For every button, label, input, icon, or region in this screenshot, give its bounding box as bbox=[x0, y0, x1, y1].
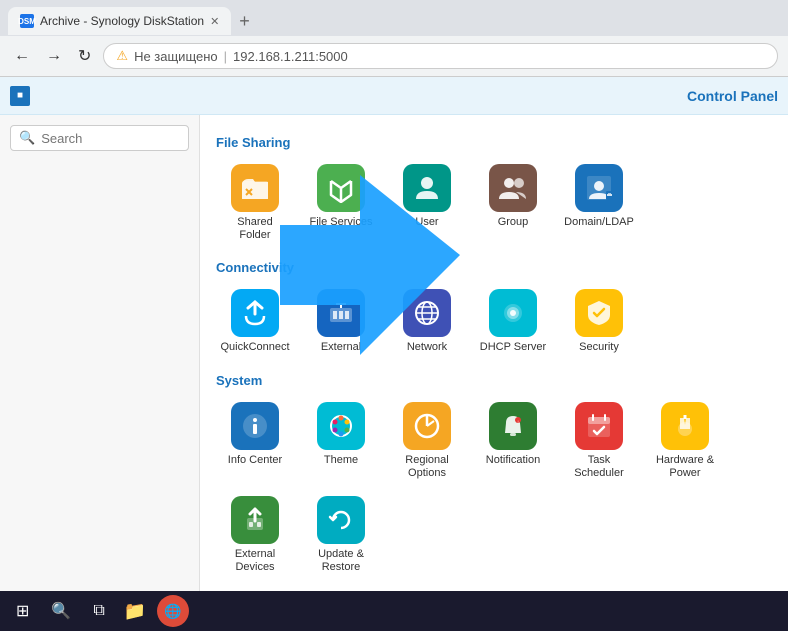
address-text: 192.168.1.211:5000 bbox=[233, 49, 348, 64]
taskbar-file-explorer[interactable]: 📁 bbox=[119, 595, 151, 627]
back-button[interactable]: ← bbox=[10, 45, 34, 67]
section-file-sharing: File Sharing bbox=[216, 135, 772, 150]
content-area: File Sharing SharedFolder File Services bbox=[200, 115, 788, 591]
icon-network bbox=[403, 289, 451, 337]
taskbar: ⊞ 🔍 ⧉ 📁 🌐 bbox=[0, 591, 788, 631]
dsm-logo: ■ bbox=[10, 86, 30, 106]
label-group: Group bbox=[498, 216, 529, 229]
file-sharing-grid: SharedFolder File Services User bbox=[216, 160, 772, 246]
sidebar: 🔍 bbox=[0, 115, 200, 591]
label-dhcp-server: DHCP Server bbox=[480, 341, 546, 354]
item-hardware-power[interactable]: Hardware & Power bbox=[646, 398, 724, 484]
icon-task-scheduler bbox=[575, 402, 623, 450]
label-notification: Notification bbox=[486, 454, 540, 467]
icon-update-restore bbox=[317, 496, 365, 544]
icon-regional-options bbox=[403, 402, 451, 450]
start-button[interactable]: ⊞ bbox=[8, 597, 37, 625]
label-hardware-power: Hardware & Power bbox=[650, 454, 720, 480]
icon-notification: ! bbox=[489, 402, 537, 450]
item-external-devices[interactable]: External Devices bbox=[216, 492, 294, 578]
item-security[interactable]: Security bbox=[560, 285, 638, 358]
label-update-restore: Update & Restore bbox=[306, 548, 376, 574]
label-external: External bbox=[321, 341, 361, 354]
label-domain-ldap: Domain/LDAP bbox=[564, 216, 634, 229]
task-view-button[interactable]: ⧉ bbox=[85, 598, 112, 624]
close-tab-button[interactable]: ✕ bbox=[210, 15, 219, 28]
new-tab-button[interactable]: + bbox=[231, 11, 258, 32]
label-security: Security bbox=[579, 341, 619, 354]
label-task-scheduler: Task Scheduler bbox=[564, 454, 634, 480]
main-panel: 🔍 File Sharing SharedFolder bbox=[0, 115, 788, 591]
label-external-devices: External Devices bbox=[220, 548, 290, 574]
label-file-services: File Services bbox=[310, 216, 373, 229]
section-connectivity: Connectivity bbox=[216, 260, 772, 275]
not-secure-label: Не защищено bbox=[134, 49, 218, 64]
search-taskbar-button[interactable]: 🔍 bbox=[43, 597, 79, 625]
browser-chrome: DSM Archive - Synology DiskStation ✕ + ←… bbox=[0, 0, 788, 77]
svg-text:!: ! bbox=[517, 419, 518, 424]
icon-external-devices bbox=[231, 496, 279, 544]
active-tab[interactable]: DSM Archive - Synology DiskStation ✕ bbox=[8, 7, 231, 35]
item-group[interactable]: Group bbox=[474, 160, 552, 246]
tab-bar: DSM Archive - Synology DiskStation ✕ + bbox=[0, 0, 788, 36]
item-regional-options[interactable]: Regional Options bbox=[388, 398, 466, 484]
item-theme[interactable]: Theme bbox=[302, 398, 380, 484]
icon-theme bbox=[317, 402, 365, 450]
item-user[interactable]: User bbox=[388, 160, 466, 246]
label-quickconnect: QuickConnect bbox=[220, 341, 289, 354]
item-update-restore[interactable]: Update & Restore bbox=[302, 492, 380, 578]
icon-file-services bbox=[317, 164, 365, 212]
icon-info-center bbox=[231, 402, 279, 450]
label-user: User bbox=[415, 216, 438, 229]
panel-title: Control Panel bbox=[687, 88, 778, 104]
icon-user bbox=[403, 164, 451, 212]
item-domain-ldap[interactable]: Domain/LDAP bbox=[560, 160, 638, 246]
tab-title: Archive - Synology DiskStation bbox=[40, 14, 204, 28]
top-bar: ■ Control Panel bbox=[0, 77, 788, 115]
icon-hardware-power bbox=[661, 402, 709, 450]
search-input[interactable] bbox=[41, 131, 200, 146]
label-theme: Theme bbox=[324, 454, 358, 467]
icon-external bbox=[317, 289, 365, 337]
reload-button[interactable]: ↻ bbox=[74, 44, 95, 68]
item-dhcp-server[interactable]: DHCP Server bbox=[474, 285, 552, 358]
item-task-scheduler[interactable]: Task Scheduler bbox=[560, 398, 638, 484]
connectivity-grid: QuickConnect External Network bbox=[216, 285, 772, 358]
icon-dhcp-server bbox=[489, 289, 537, 337]
icon-quickconnect bbox=[231, 289, 279, 337]
item-file-services[interactable]: File Services bbox=[302, 160, 380, 246]
item-external[interactable]: External bbox=[302, 285, 380, 358]
item-info-center[interactable]: Info Center bbox=[216, 398, 294, 484]
label-regional-options: Regional Options bbox=[392, 454, 462, 480]
item-network[interactable]: Network bbox=[388, 285, 466, 358]
item-shared-folder[interactable]: SharedFolder bbox=[216, 160, 294, 246]
taskbar-chrome[interactable]: 🌐 bbox=[157, 595, 189, 627]
not-secure-icon: ⚠ bbox=[116, 48, 128, 64]
address-bar: ← → ↻ ⚠ Не защищено | 192.168.1.211:5000 bbox=[0, 36, 788, 76]
label-shared-folder: SharedFolder bbox=[237, 216, 272, 242]
system-grid: Info Center Theme Regional Options bbox=[216, 398, 772, 579]
label-network: Network bbox=[407, 341, 447, 354]
icon-shared-folder bbox=[231, 164, 279, 212]
item-notification[interactable]: ! Notification bbox=[474, 398, 552, 484]
search-icon: 🔍 bbox=[19, 130, 35, 146]
search-box[interactable]: 🔍 bbox=[10, 125, 189, 151]
forward-button[interactable]: → bbox=[42, 45, 66, 67]
icon-security bbox=[575, 289, 623, 337]
app-window: ■ Control Panel 🔍 File Sharing bbox=[0, 77, 788, 591]
icon-group bbox=[489, 164, 537, 212]
tab-favicon: DSM bbox=[20, 14, 34, 28]
section-system: System bbox=[216, 373, 772, 388]
item-quickconnect[interactable]: QuickConnect bbox=[216, 285, 294, 358]
icon-domain-ldap bbox=[575, 164, 623, 212]
label-info-center: Info Center bbox=[228, 454, 282, 467]
